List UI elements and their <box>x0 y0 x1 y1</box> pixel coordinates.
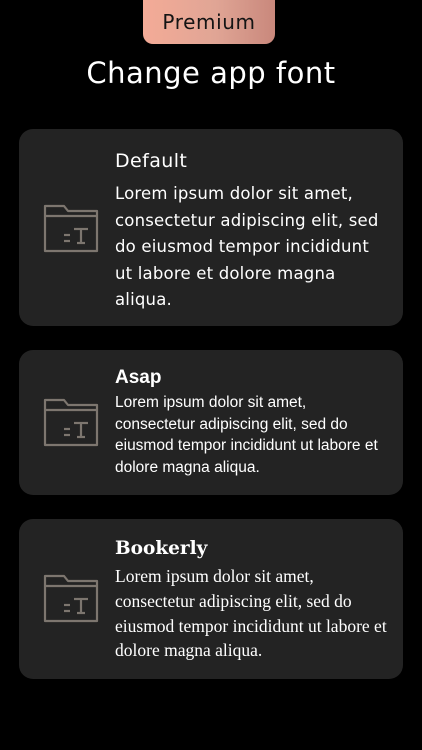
font-option-asap[interactable]: Asap Lorem ipsum dolor sit amet, consect… <box>19 350 403 495</box>
font-sample-text: Lorem ipsum dolor sit amet, consectetur … <box>115 184 379 309</box>
font-folder-icon <box>42 396 100 448</box>
premium-badge[interactable]: Premium <box>143 0 275 44</box>
font-option-bookerly[interactable]: Bookerly Lorem ipsum dolor sit amet, con… <box>19 519 403 679</box>
font-sample-text: Lorem ipsum dolor sit amet, consectetur … <box>115 566 387 661</box>
font-folder-icon <box>42 202 100 254</box>
font-option-default[interactable]: Default Lorem ipsum dolor sit amet, cons… <box>19 129 403 326</box>
font-folder-icon <box>42 572 100 624</box>
font-sample-text: Lorem ipsum dolor sit amet, consectetur … <box>115 394 378 477</box>
premium-label: Premium <box>162 10 256 34</box>
page-title: Change app font <box>86 56 336 90</box>
font-name: Default <box>115 150 188 172</box>
font-name: Bookerly <box>115 538 208 559</box>
font-name: Asap <box>115 367 162 388</box>
